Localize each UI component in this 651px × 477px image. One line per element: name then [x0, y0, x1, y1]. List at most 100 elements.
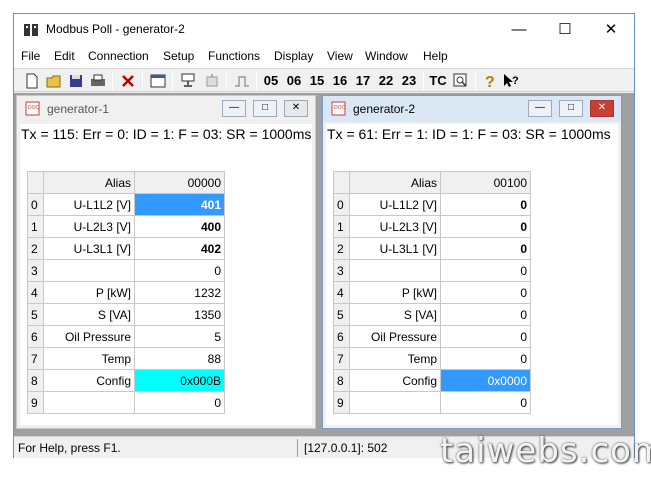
table-row[interactable]: 90: [27, 391, 225, 414]
function-22-button[interactable]: 22: [375, 71, 397, 91]
function-05-button[interactable]: 05: [260, 71, 282, 91]
table-row[interactable]: 5S [VA] 0: [333, 303, 531, 326]
value-cell[interactable]: 0x000B: [134, 369, 225, 392]
value-cell[interactable]: 0: [134, 391, 225, 414]
child-window-generator-2[interactable]: DOC generator-2 — □ ✕ Tx = 61: Err = 1: …: [322, 95, 622, 429]
alias-cell[interactable]: Temp: [43, 347, 135, 370]
whats-this-icon[interactable]: ?: [502, 71, 520, 91]
alias-cell[interactable]: P [kW]: [349, 281, 441, 304]
child-title-bar[interactable]: DOC generator-1 — □ ✕: [17, 96, 315, 122]
menu-view[interactable]: View: [327, 49, 353, 63]
function-16-button[interactable]: 16: [329, 71, 351, 91]
menu-functions[interactable]: Functions: [208, 49, 260, 63]
alias-cell[interactable]: Oil Pressure: [43, 325, 135, 348]
child-minimize-button[interactable]: —: [222, 100, 246, 117]
table-row[interactable]: 8 Config 0x000B: [27, 369, 225, 392]
alias-cell[interactable]: U-L2L3 [V]: [43, 215, 135, 238]
alias-cell[interactable]: Oil Pressure: [349, 325, 441, 348]
table-row[interactable]: 2 U-L3L1 [V] 0: [333, 237, 531, 260]
value-cell[interactable]: 88: [134, 347, 225, 370]
function-17-button[interactable]: 17: [352, 71, 374, 91]
disconnect-icon[interactable]: [203, 71, 221, 91]
child-window-generator-1[interactable]: DOC generator-1 — □ ✕ Tx = 115: Err = 0:…: [16, 95, 316, 429]
child-close-button[interactable]: ✕: [284, 100, 308, 117]
value-cell[interactable]: 0: [440, 347, 531, 370]
table-row[interactable]: 30: [27, 259, 225, 282]
table-row[interactable]: 2 U-L3L1 [V] 402: [27, 237, 225, 260]
tc-button[interactable]: TC: [427, 71, 449, 91]
table-row[interactable]: 8 Config 0x0000: [333, 369, 531, 392]
menu-window[interactable]: Window: [365, 49, 408, 63]
delete-icon[interactable]: [119, 71, 137, 91]
function-15-button[interactable]: 15: [306, 71, 328, 91]
child-title-bar[interactable]: DOC generator-2 — □ ✕: [323, 96, 621, 122]
table-row[interactable]: 4P [kW] 1232: [27, 281, 225, 304]
menu-edit[interactable]: Edit: [54, 49, 75, 63]
value-cell[interactable]: 0: [440, 281, 531, 304]
minimize-button[interactable]: —: [496, 14, 542, 45]
value-cell[interactable]: 401: [134, 193, 225, 216]
menu-help[interactable]: Help: [423, 49, 448, 63]
title-bar[interactable]: Modbus Poll - generator-2 — ☐ ✕: [14, 14, 634, 46]
value-cell[interactable]: 400: [134, 215, 225, 238]
alias-cell[interactable]: [43, 259, 135, 282]
menu-setup[interactable]: Setup: [163, 49, 194, 63]
child-minimize-button[interactable]: —: [528, 100, 552, 117]
traffic-icon[interactable]: [451, 71, 469, 91]
table-row[interactable]: 4P [kW] 0: [333, 281, 531, 304]
value-cell[interactable]: 0: [134, 259, 225, 282]
value-cell[interactable]: 5: [134, 325, 225, 348]
new-icon[interactable]: [23, 71, 41, 91]
table-row[interactable]: 90: [333, 391, 531, 414]
alias-cell[interactable]: Temp: [349, 347, 441, 370]
table-row[interactable]: 0 U-L1L2 [V] 0: [333, 193, 531, 216]
table-row[interactable]: 6 Oil Pressure 5: [27, 325, 225, 348]
table-row[interactable]: 1 U-L2L3 [V] 400: [27, 215, 225, 238]
value-cell[interactable]: 0: [440, 391, 531, 414]
table-row[interactable]: 0 U-L1L2 [V] 401: [27, 193, 225, 216]
value-cell[interactable]: 0: [440, 215, 531, 238]
value-cell[interactable]: 0: [440, 237, 531, 260]
alias-cell[interactable]: U-L3L1 [V]: [43, 237, 135, 260]
value-cell[interactable]: 0: [440, 303, 531, 326]
window-icon[interactable]: [149, 71, 167, 91]
alias-cell[interactable]: [349, 391, 441, 414]
value-cell[interactable]: 402: [134, 237, 225, 260]
child-maximize-button[interactable]: □: [253, 100, 277, 117]
table-row[interactable]: 6 Oil Pressure 0: [333, 325, 531, 348]
alias-cell[interactable]: U-L1L2 [V]: [349, 193, 441, 216]
table-row[interactable]: 5S [VA] 1350: [27, 303, 225, 326]
alias-cell[interactable]: Config: [349, 369, 441, 392]
menu-display[interactable]: Display: [274, 49, 313, 63]
child-maximize-button[interactable]: □: [559, 100, 583, 117]
connect-icon[interactable]: [179, 71, 197, 91]
alias-cell[interactable]: P [kW]: [43, 281, 135, 304]
open-icon[interactable]: [45, 71, 63, 91]
close-button[interactable]: ✕: [588, 14, 634, 45]
maximize-button[interactable]: ☐: [542, 14, 588, 45]
value-cell[interactable]: 0: [440, 325, 531, 348]
alias-cell[interactable]: S [VA]: [43, 303, 135, 326]
alias-cell[interactable]: U-L1L2 [V]: [43, 193, 135, 216]
alias-cell[interactable]: U-L3L1 [V]: [349, 237, 441, 260]
alias-cell[interactable]: S [VA]: [349, 303, 441, 326]
table-row[interactable]: 7 Temp 88: [27, 347, 225, 370]
help-icon[interactable]: ?: [480, 71, 498, 91]
function-06-button[interactable]: 06: [283, 71, 305, 91]
value-cell[interactable]: 1350: [134, 303, 225, 326]
pulse-icon[interactable]: [233, 71, 251, 91]
function-23-button[interactable]: 23: [398, 71, 420, 91]
alias-cell[interactable]: Config: [43, 369, 135, 392]
menu-file[interactable]: File: [21, 49, 40, 63]
alias-cell[interactable]: [43, 391, 135, 414]
alias-cell[interactable]: U-L2L3 [V]: [349, 215, 441, 238]
table-row[interactable]: 30: [333, 259, 531, 282]
value-cell[interactable]: 1232: [134, 281, 225, 304]
print-icon[interactable]: [89, 71, 107, 91]
value-cell[interactable]: 0: [440, 259, 531, 282]
save-icon[interactable]: [67, 71, 85, 91]
table-row[interactable]: 1 U-L2L3 [V] 0: [333, 215, 531, 238]
table-row[interactable]: 7 Temp 0: [333, 347, 531, 370]
menu-connection[interactable]: Connection: [88, 49, 149, 63]
alias-cell[interactable]: [349, 259, 441, 282]
